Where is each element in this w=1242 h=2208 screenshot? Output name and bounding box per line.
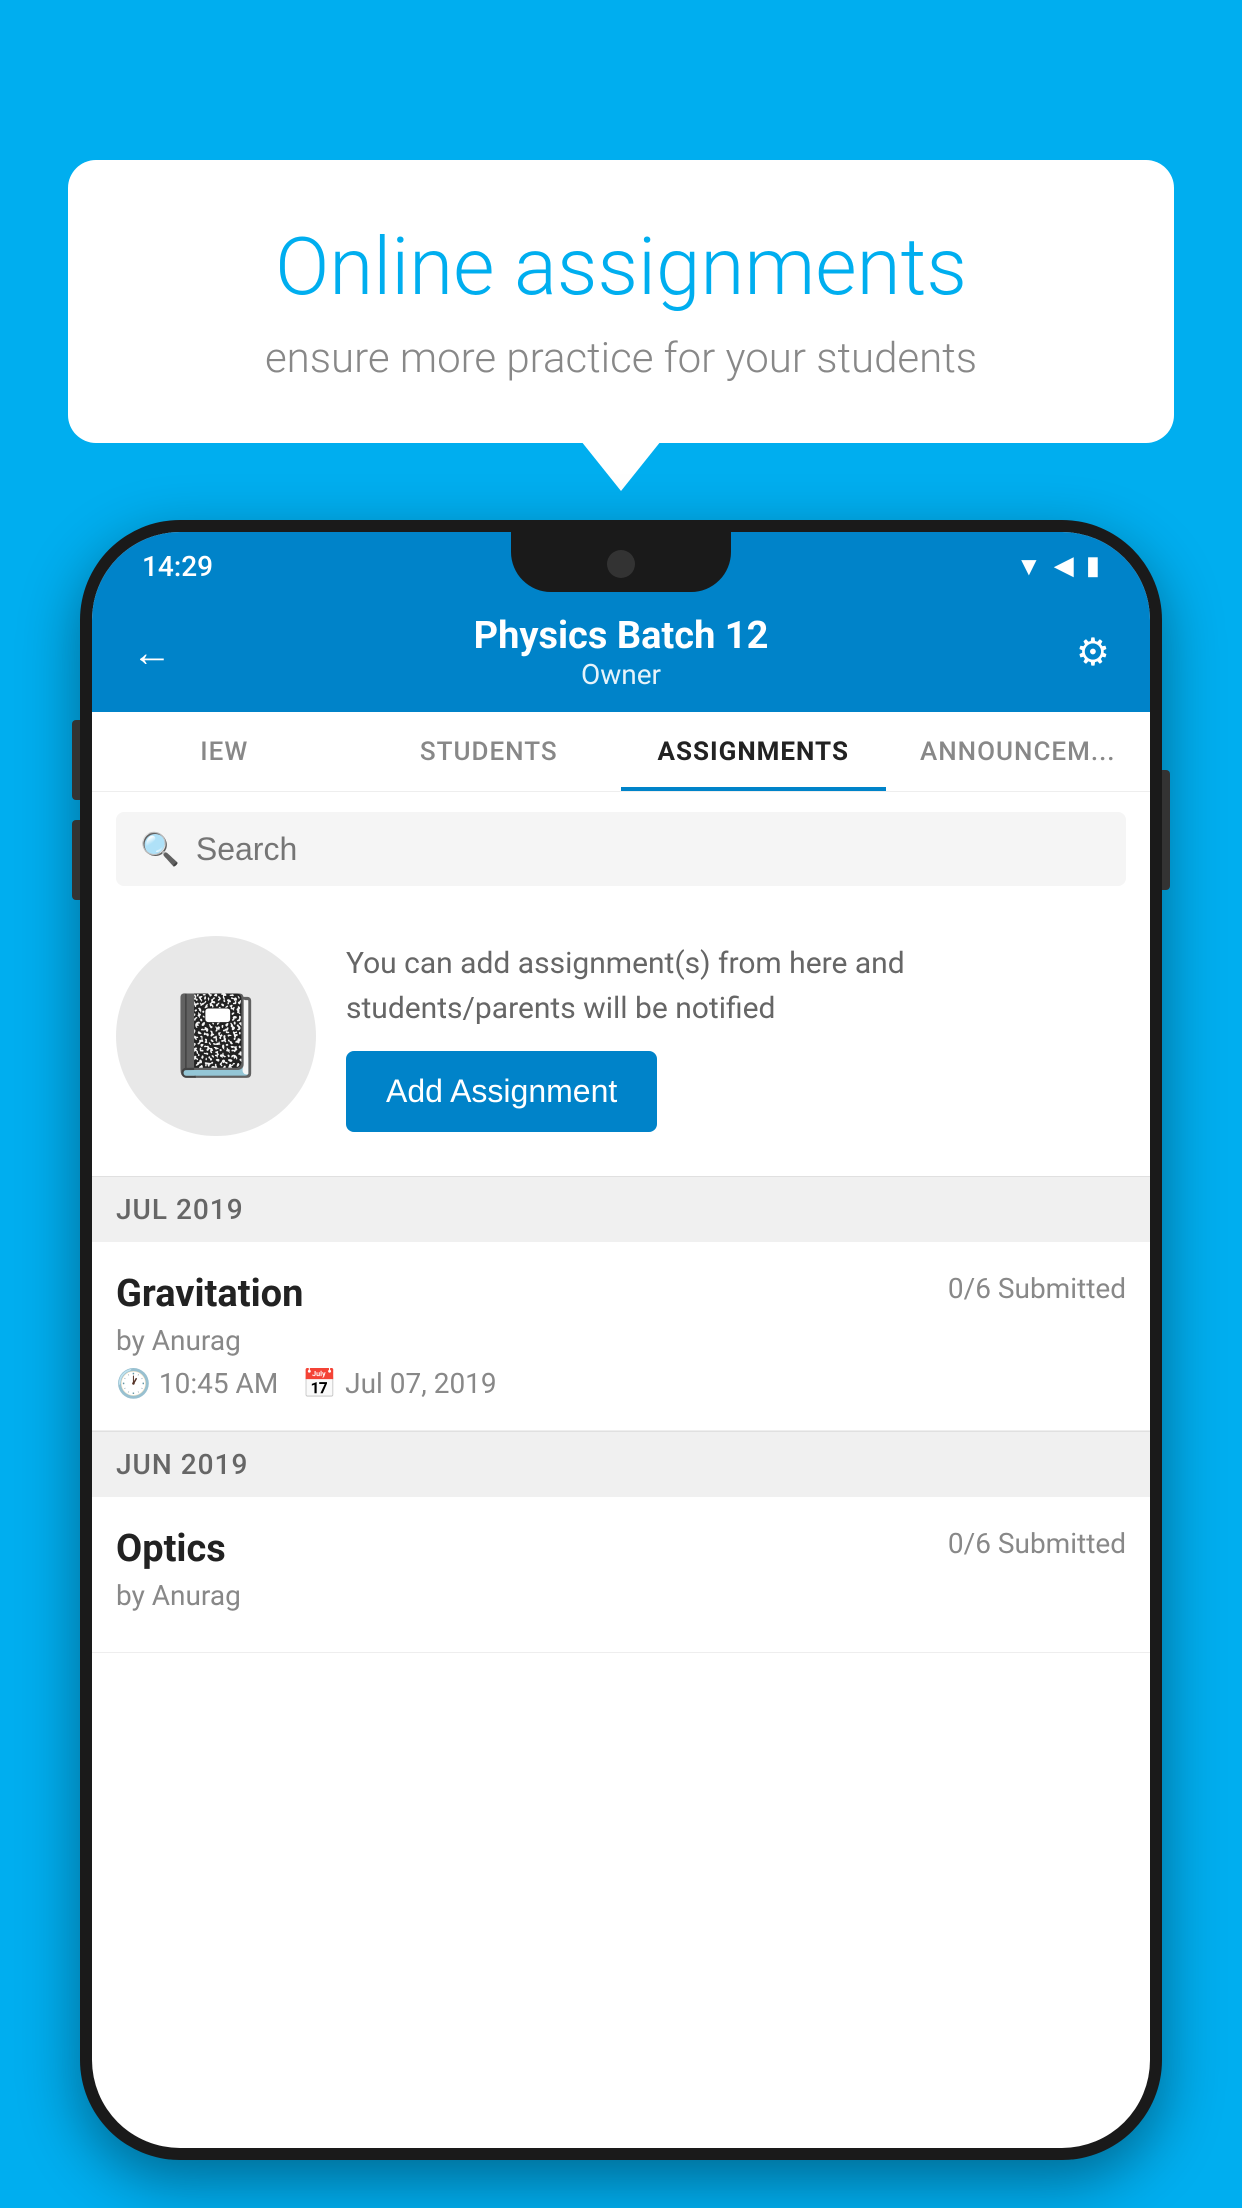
assignment-date-gravitation: 📅 Jul 07, 2019 [302,1367,496,1400]
tabs-container: IEW STUDENTS ASSIGNMENTS ANNOUNCEM... [92,712,1150,792]
tab-iew[interactable]: IEW [92,712,357,791]
phone-side-button-right [1162,770,1170,890]
section-header-jul: JUL 2019 [92,1177,1150,1242]
phone-camera [607,550,635,578]
tab-assignments[interactable]: ASSIGNMENTS [621,712,886,791]
section-header-jun: JUN 2019 [92,1432,1150,1497]
empty-state-content: You can add assignment(s) from here and … [346,941,1126,1132]
add-assignment-button[interactable]: Add Assignment [346,1051,657,1132]
status-icons: ▼ ◀ ▮ [1016,551,1100,582]
settings-button[interactable]: ⚙ [1050,630,1110,675]
assignment-submitted-gravitation: 0/6 Submitted [948,1272,1126,1305]
phone-side-button-left2 [72,820,80,900]
back-button[interactable]: ← [132,629,192,676]
search-input-wrapper[interactable]: 🔍 [116,812,1126,886]
search-icon: 🔍 [140,830,180,868]
empty-state: 📓 You can add assignment(s) from here an… [92,906,1150,1176]
phone-container: 14:29 ▼ ◀ ▮ ← Physics Batch 12 Owner ⚙ [80,520,1162,2160]
assignment-row1-optics: Optics 0/6 Submitted [116,1527,1126,1571]
assignment-meta-gravitation: 🕐 10:45 AM 📅 Jul 07, 2019 [116,1367,1126,1400]
assignment-author-gravitation: by Anurag [116,1324,1126,1357]
assignment-author-optics: by Anurag [116,1579,1126,1612]
phone-frame: 14:29 ▼ ◀ ▮ ← Physics Batch 12 Owner ⚙ [80,520,1162,2160]
assignment-item-optics[interactable]: Optics 0/6 Submitted by Anurag [92,1497,1150,1653]
speech-bubble-title: Online assignments [148,220,1094,314]
status-time: 14:29 [142,550,213,583]
speech-bubble-container: Online assignments ensure more practice … [68,160,1174,443]
wifi-icon: ▼ [1016,551,1042,582]
speech-bubble: Online assignments ensure more practice … [68,160,1174,443]
header-title-container: Physics Batch 12 Owner [192,614,1050,691]
notebook-icon-container: 📓 [116,936,316,1136]
battery-icon: ▮ [1086,551,1100,581]
search-container: 🔍 [92,792,1150,906]
assignment-submitted-optics: 0/6 Submitted [948,1527,1126,1560]
empty-state-text: You can add assignment(s) from here and … [346,941,1126,1031]
assignment-item-gravitation[interactable]: Gravitation 0/6 Submitted by Anurag 🕐 10… [92,1242,1150,1431]
header-title: Physics Batch 12 [192,614,1050,658]
notebook-icon: 📓 [166,989,266,1083]
assignment-name-optics: Optics [116,1527,226,1571]
clock-icon: 🕐 [116,1367,151,1400]
phone-notch [511,532,731,592]
app-header: ← Physics Batch 12 Owner ⚙ [92,592,1150,712]
tab-announcements[interactable]: ANNOUNCEM... [886,712,1151,791]
phone-side-button-left [72,720,80,800]
speech-bubble-subtitle: ensure more practice for your students [148,334,1094,383]
assignment-name-gravitation: Gravitation [116,1272,303,1316]
assignment-row1: Gravitation 0/6 Submitted [116,1272,1126,1316]
assignment-time-gravitation: 🕐 10:45 AM [116,1367,278,1400]
tab-students[interactable]: STUDENTS [357,712,622,791]
phone-screen: 14:29 ▼ ◀ ▮ ← Physics Batch 12 Owner ⚙ [92,532,1150,2148]
header-subtitle: Owner [192,658,1050,691]
calendar-icon: 📅 [302,1367,337,1400]
search-input[interactable] [196,831,1102,868]
signal-icon: ◀ [1054,551,1074,581]
